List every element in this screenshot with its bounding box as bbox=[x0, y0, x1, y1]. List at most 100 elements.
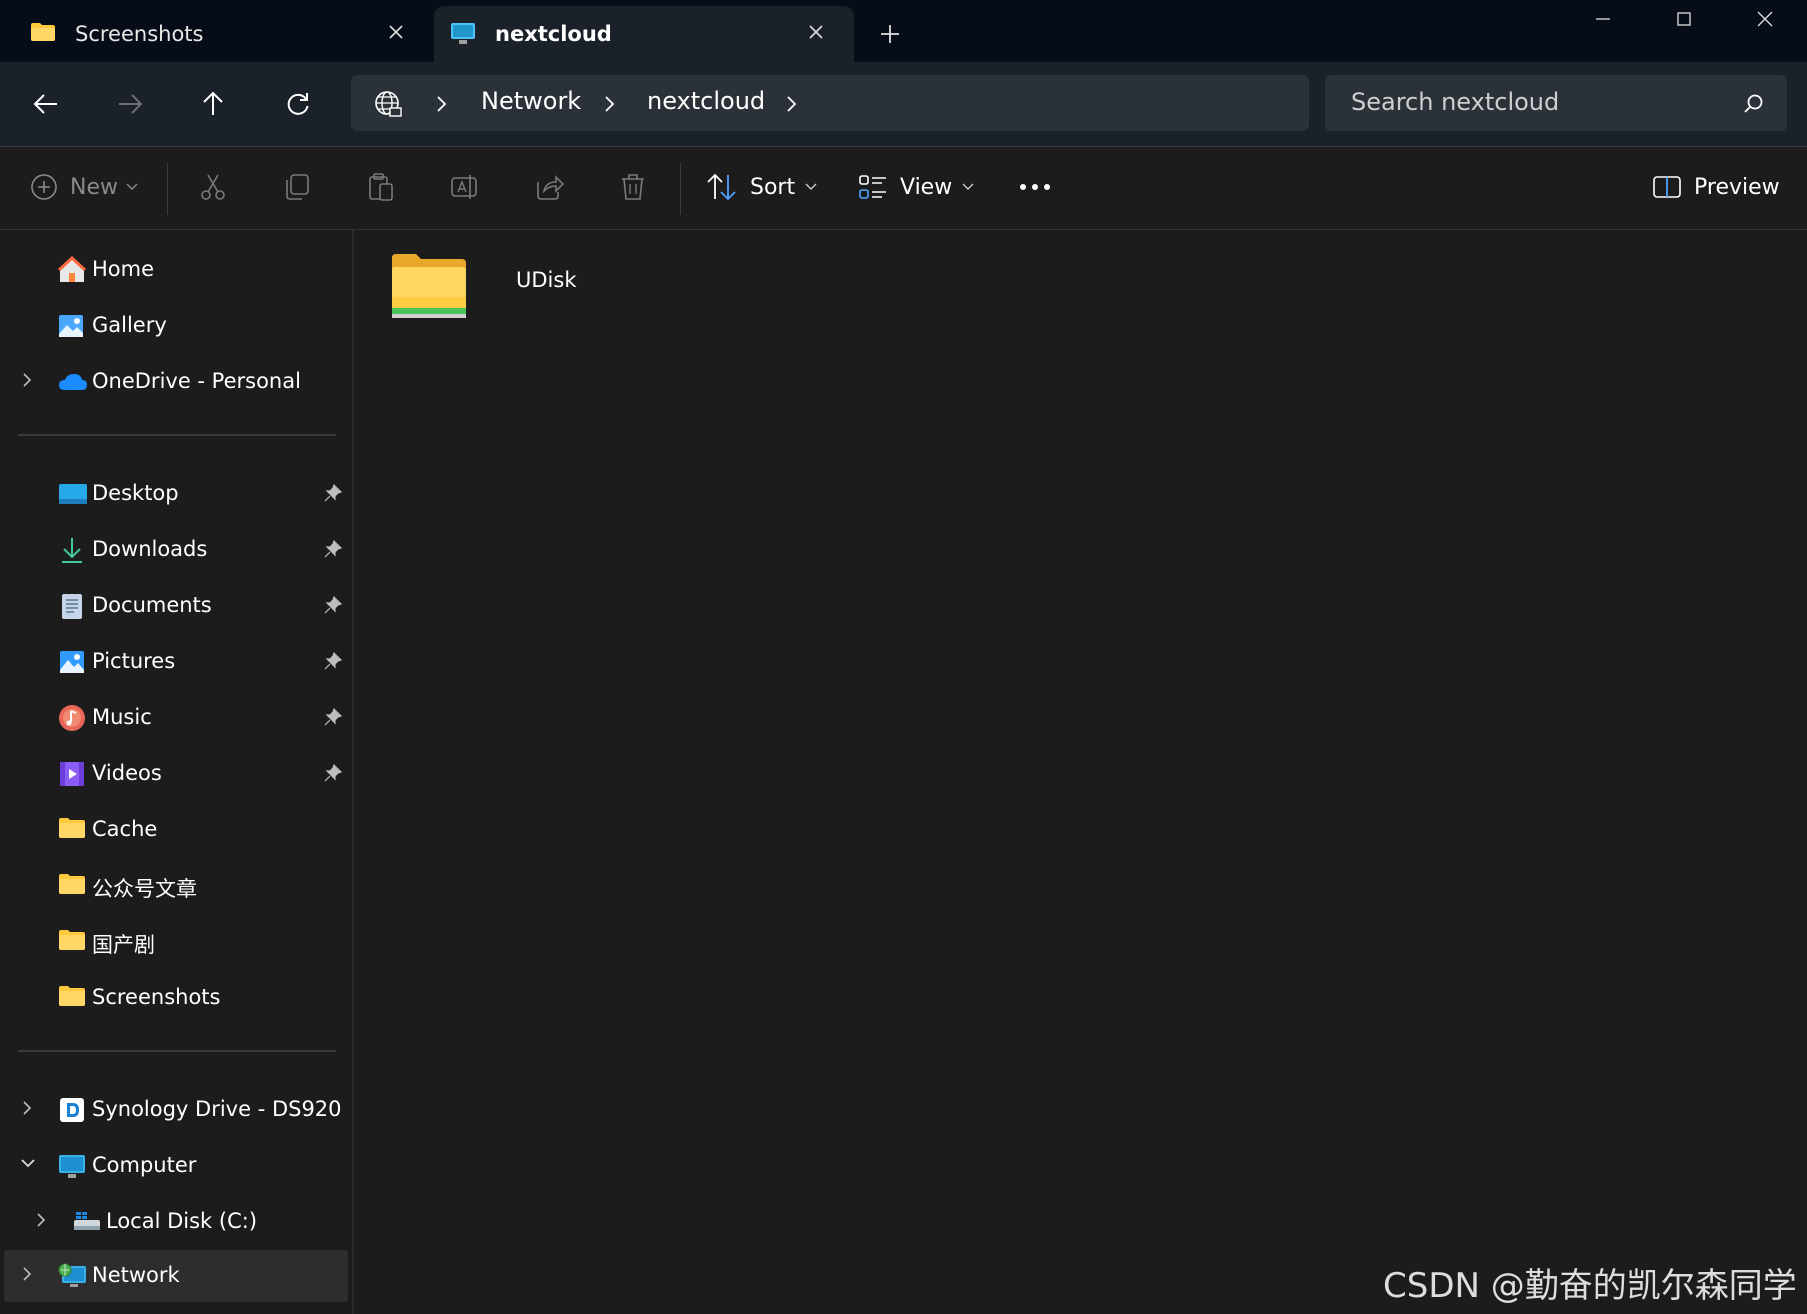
sidebar-item-music[interactable]: Music bbox=[0, 692, 348, 744]
minimize-button[interactable] bbox=[1564, 0, 1642, 38]
desktop-icon bbox=[58, 480, 87, 508]
chevron-right-icon[interactable] bbox=[785, 95, 797, 113]
sort-label: Sort bbox=[750, 174, 796, 200]
sort-button[interactable]: Sort bbox=[706, 167, 817, 207]
document-icon bbox=[58, 592, 86, 620]
toolbar-divider bbox=[680, 163, 681, 215]
close-icon[interactable] bbox=[388, 24, 404, 40]
sidebar-item-drama[interactable]: 国产剧 bbox=[0, 916, 348, 968]
chevron-down-icon[interactable] bbox=[20, 1158, 36, 1168]
up-button[interactable] bbox=[193, 84, 233, 124]
search-input[interactable]: Search nextcloud bbox=[1351, 88, 1559, 116]
download-icon bbox=[58, 536, 86, 564]
computer-icon bbox=[58, 1152, 86, 1180]
chevron-right-icon[interactable] bbox=[22, 1100, 32, 1116]
new-tab-button[interactable] bbox=[880, 24, 900, 44]
pin-icon[interactable] bbox=[324, 708, 342, 726]
maximize-button[interactable] bbox=[1645, 0, 1723, 38]
pin-icon[interactable] bbox=[324, 596, 342, 614]
view-button[interactable]: View bbox=[858, 167, 974, 207]
forward-button[interactable] bbox=[110, 84, 150, 124]
refresh-button[interactable] bbox=[278, 84, 318, 124]
delete-button[interactable] bbox=[618, 167, 648, 207]
sidebar-item-network[interactable]: Network bbox=[4, 1250, 348, 1302]
sidebar-item-label: Home bbox=[92, 257, 155, 281]
refresh-icon bbox=[285, 91, 311, 117]
minimize-icon bbox=[1595, 11, 1611, 27]
chevron-right-icon[interactable] bbox=[22, 1266, 32, 1282]
rename-icon bbox=[450, 172, 480, 202]
breadcrumb-nextcloud[interactable]: nextcloud bbox=[647, 87, 765, 115]
share-button[interactable] bbox=[534, 167, 564, 207]
tab-screenshots[interactable]: Screenshots bbox=[0, 0, 430, 62]
sidebar-item-screenshots[interactable]: Screenshots bbox=[0, 972, 348, 1024]
new-button[interactable]: New bbox=[30, 167, 138, 207]
delete-icon bbox=[618, 172, 648, 202]
sidebar-item-label: Local Disk (C:) bbox=[106, 1209, 258, 1233]
new-label: New bbox=[70, 174, 118, 200]
chevron-right-icon[interactable] bbox=[22, 372, 32, 388]
pin-icon[interactable] bbox=[324, 540, 342, 558]
pin-icon[interactable] bbox=[324, 652, 342, 670]
sidebar-item-pictures[interactable]: Pictures bbox=[0, 636, 348, 688]
back-button[interactable] bbox=[26, 84, 66, 124]
preview-label: Preview bbox=[1694, 174, 1780, 200]
command-bar: New Sort View Preview bbox=[0, 147, 1807, 230]
sidebar-item-label: Cache bbox=[92, 817, 158, 841]
close-icon bbox=[1757, 11, 1773, 27]
sidebar-item-gallery[interactable]: Gallery bbox=[0, 300, 348, 352]
pin-icon[interactable] bbox=[324, 484, 342, 502]
search-icon[interactable] bbox=[1743, 93, 1765, 115]
sidebar-item-desktop[interactable]: Desktop bbox=[0, 468, 348, 520]
copy-button[interactable] bbox=[282, 167, 312, 207]
arrow-left-icon bbox=[33, 93, 59, 115]
maximize-icon bbox=[1676, 11, 1692, 27]
paste-button[interactable] bbox=[366, 167, 396, 207]
rename-button[interactable] bbox=[450, 167, 480, 207]
chevron-right-icon[interactable] bbox=[603, 95, 615, 113]
chevron-down-icon bbox=[126, 183, 138, 191]
sidebar-item-cache[interactable]: Cache bbox=[0, 804, 348, 856]
sort-icon bbox=[706, 173, 738, 201]
sidebar-item-videos[interactable]: Videos bbox=[0, 748, 348, 800]
address-bar[interactable]: Network nextcloud bbox=[351, 75, 1309, 131]
chevron-right-icon[interactable] bbox=[435, 95, 447, 113]
file-list: UDisk bbox=[354, 230, 1807, 1314]
folder-icon bbox=[30, 22, 56, 42]
pin-icon[interactable] bbox=[324, 764, 342, 782]
sidebar-item-onedrive[interactable]: OneDrive - Personal bbox=[0, 356, 348, 408]
plus-circle-icon bbox=[30, 173, 58, 201]
sidebar-item-documents[interactable]: Documents bbox=[0, 580, 348, 632]
sidebar-divider bbox=[18, 434, 336, 436]
sidebar-item-downloads[interactable]: Downloads bbox=[0, 524, 348, 576]
sidebar-item-computer[interactable]: Computer bbox=[0, 1140, 348, 1192]
sidebar-item-label: Documents bbox=[92, 593, 212, 617]
preview-pane-button[interactable]: Preview bbox=[1652, 167, 1780, 207]
folder-item[interactable]: UDisk bbox=[390, 250, 590, 360]
close-icon[interactable] bbox=[808, 24, 824, 40]
sidebar-item-label: Computer bbox=[92, 1153, 197, 1177]
sidebar-item-home[interactable]: Home bbox=[0, 244, 348, 296]
arrow-right-icon bbox=[117, 93, 143, 115]
tab-nextcloud[interactable]: nextcloud bbox=[434, 6, 854, 62]
cut-icon bbox=[198, 172, 228, 202]
sidebar-item-label: OneDrive - Personal bbox=[92, 369, 301, 393]
toolbar-divider bbox=[167, 163, 168, 215]
more-options-button[interactable] bbox=[1018, 167, 1052, 207]
search-box[interactable]: Search nextcloud bbox=[1325, 75, 1787, 131]
sidebar-item-synology[interactable]: Synology Drive - DS920 bbox=[0, 1084, 348, 1136]
globe-icon[interactable] bbox=[373, 89, 403, 119]
sidebar-item-label: Music bbox=[92, 705, 152, 729]
window-close-button[interactable] bbox=[1726, 0, 1804, 38]
tab-label: Screenshots bbox=[75, 22, 204, 46]
folder-icon bbox=[58, 984, 86, 1012]
arrow-up-icon bbox=[202, 91, 224, 117]
monitor-icon bbox=[450, 22, 476, 46]
cut-button[interactable] bbox=[198, 167, 228, 207]
network-icon bbox=[58, 1262, 86, 1290]
chevron-right-icon[interactable] bbox=[36, 1212, 46, 1228]
sidebar-item-articles[interactable]: 公众号文章 bbox=[0, 860, 348, 912]
breadcrumb-network[interactable]: Network bbox=[481, 87, 581, 115]
sidebar-item-local-disk[interactable]: Local Disk (C:) bbox=[0, 1196, 348, 1248]
sidebar-item-label: Downloads bbox=[92, 537, 208, 561]
